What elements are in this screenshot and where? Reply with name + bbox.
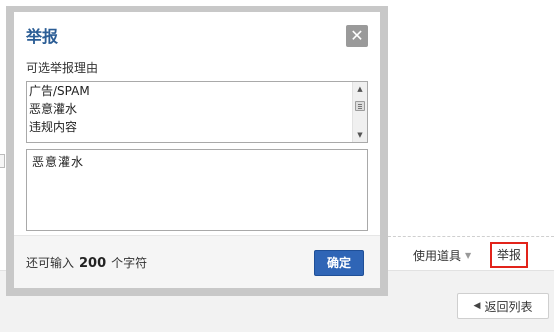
reason-option[interactable]: 违规内容 [27,118,367,136]
chevron-down-icon: ▼ [465,251,472,260]
back-to-list-button[interactable]: ◀ 返回列表 [457,293,549,319]
use-tools-menu[interactable]: 使用道具 ▼ [413,246,471,266]
post-divider [388,236,554,237]
char-counter: 还可输入 200 个字符 [26,254,147,271]
listbox-scrollbar[interactable]: ▲ ▼ [352,82,367,142]
close-icon[interactable]: ✕ [346,25,368,47]
back-to-list-label: 返回列表 [484,299,533,314]
collapsed-side-tab[interactable] [0,154,5,168]
dialog-title: 举报 [26,27,59,46]
reason-textarea[interactable]: 恶意灌水 [26,149,368,231]
report-link[interactable]: 举报 [490,242,528,268]
reason-listbox[interactable]: 广告/SPAM 恶意灌水 违规内容 ▲ ▼ [26,81,368,143]
counter-suffix: 个字符 [111,256,148,270]
confirm-button[interactable]: 确定 [314,250,364,276]
use-tools-label: 使用道具 [413,249,462,263]
reason-option[interactable]: 恶意灌水 [27,100,367,118]
scroll-thumb[interactable] [355,101,365,111]
back-arrow-icon: ◀ [473,301,481,311]
dialog-footer: 还可输入 200 个字符 确定 [14,235,380,288]
report-dialog: 举报 ✕ 可选举报理由 广告/SPAM 恶意灌水 违规内容 ▲ ▼ 恶意灌水 还… [14,12,380,288]
reason-option[interactable]: 广告/SPAM [27,82,367,100]
counter-value: 200 [79,256,107,271]
scroll-up-icon[interactable]: ▲ [353,82,367,96]
reason-label: 可选举报理由 [26,61,99,75]
counter-prefix: 还可输入 [26,256,75,270]
scroll-down-icon[interactable]: ▼ [353,128,367,142]
